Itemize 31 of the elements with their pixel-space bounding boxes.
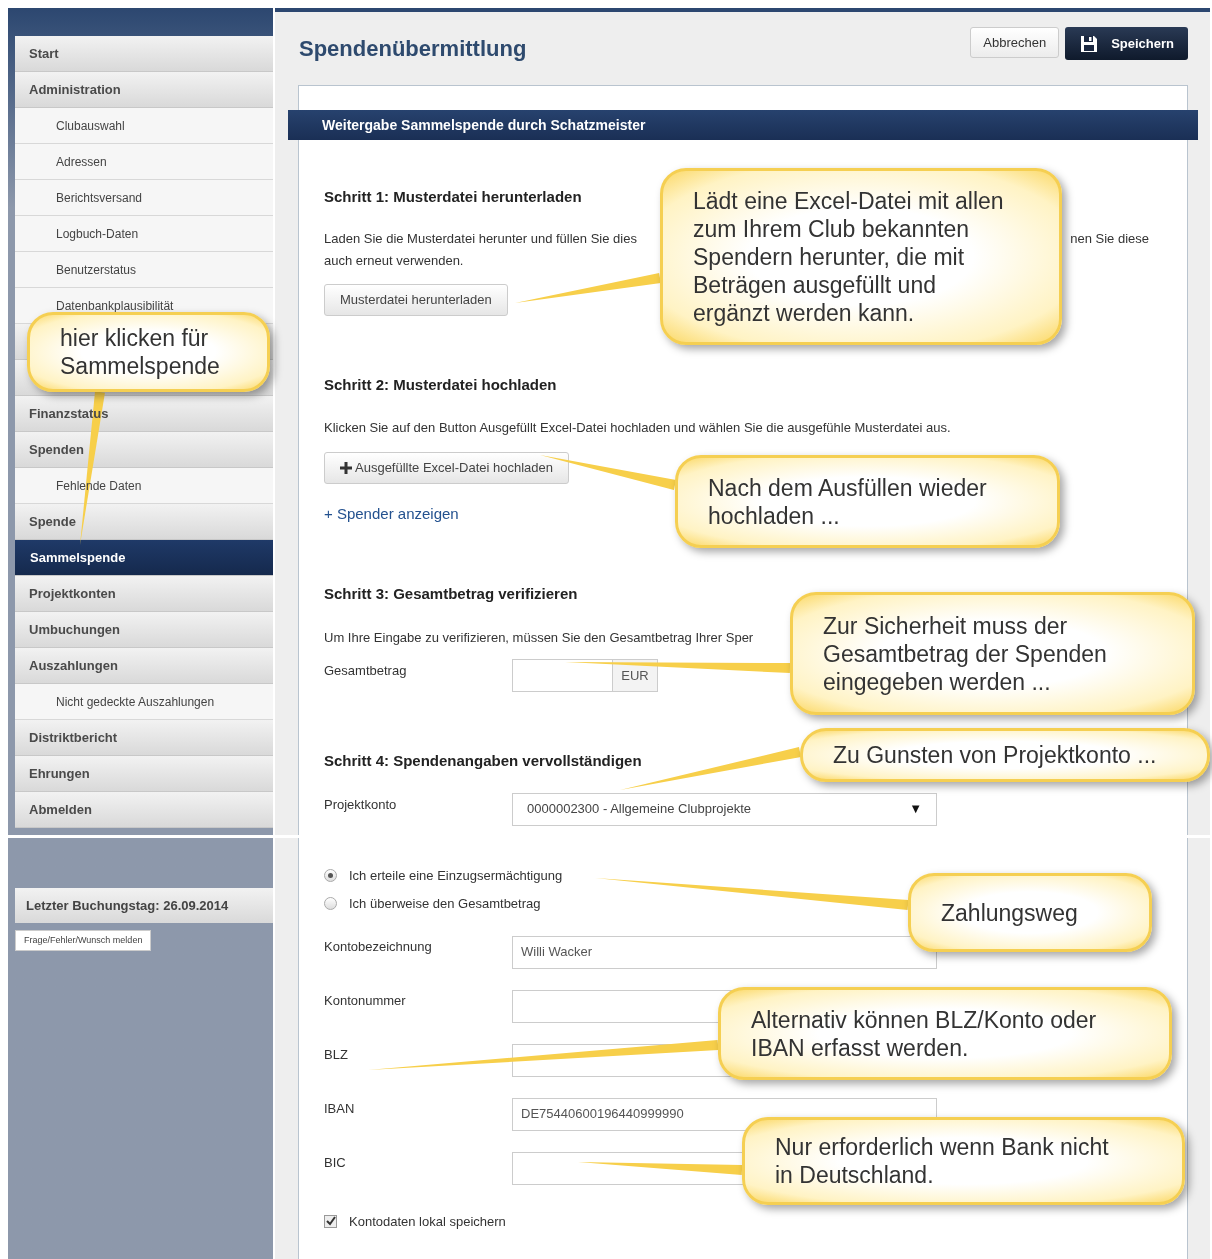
field-label: BLZ xyxy=(324,1045,349,1064)
field-label: BIC xyxy=(324,1153,347,1172)
panel-header: Weitergabe Sammelspende durch Schatzmeister xyxy=(288,110,1198,140)
currency-addon: EUR xyxy=(613,659,658,692)
field-label: Kontobezeichnung xyxy=(324,937,433,956)
callout-tooltip: Nur erforderlich wenn Bank nicht in Deutschland. xyxy=(742,1117,1185,1205)
callout-tooltip: Zur Sicherheit muss der Gesamtbetrag der Spenden eingegeben werden ... xyxy=(790,592,1195,715)
callout-tooltip: Zahlungsweg xyxy=(908,873,1152,952)
callout-tooltip: Zu Gunsten von Projektkonto ... xyxy=(800,728,1210,782)
step-heading: Schritt 3: Gesamtbetrag verifizieren xyxy=(324,584,578,604)
callout-tooltip: Nach dem Ausfüllen wieder hochladen ... xyxy=(675,455,1060,548)
callout-tooltip: Lädt eine Excel-Datei mit allen zum Ihrem Club bekannten Spendern herunter, die mit Beträgen ausgefüllt und ergänzt werden kann. xyxy=(660,168,1062,345)
step-heading: Schritt 2: Musterdatei hochladen xyxy=(324,374,557,395)
step-heading: Schritt 1: Musterdatei herunterladen xyxy=(324,187,582,207)
step-heading: Schritt 4: Spendenangaben vervollständigen xyxy=(324,751,642,771)
field-label: Gesamtbetrag xyxy=(324,662,408,680)
page-title: Spendenübermittlung xyxy=(299,35,527,63)
checkbox-label: Kontodaten lokal speichern xyxy=(349,1212,506,1231)
instruction-text: Laden Sie die Musterdatei herunter und füllen Sie dies xyxy=(324,229,637,248)
field-label: Kontonummer xyxy=(324,991,407,1010)
instruction-text: auch erneut verwenden. xyxy=(324,252,464,270)
radio-label: Ich überweise den Gesamtbetrag xyxy=(349,895,541,913)
field-label: Projektkonto xyxy=(324,795,398,814)
callout-tooltip: hier klicken für Sammelspende xyxy=(27,312,270,392)
instruction-text: Klicken Sie auf den Button Ausgefüllt Excel-Datei hochladen und wählen Sie die ausgefühle Musterdatei aus. xyxy=(324,419,951,437)
last-booking-date: Letzter Buchungstag: 26.09.2014 xyxy=(15,888,273,923)
instruction-text: nen Sie diese xyxy=(1070,229,1149,248)
callout-tooltip: Alternativ können BLZ/Konto oder IBAN erfasst werden. xyxy=(718,987,1172,1080)
instruction-text: Um Ihre Eingabe zu verifizieren, müssen Sie den Gesamtbetrag Ihrer Sper xyxy=(324,628,754,647)
field-label: IBAN xyxy=(324,1099,356,1118)
radio-label: Ich erteile eine Einzugsermächtigung xyxy=(349,866,563,885)
